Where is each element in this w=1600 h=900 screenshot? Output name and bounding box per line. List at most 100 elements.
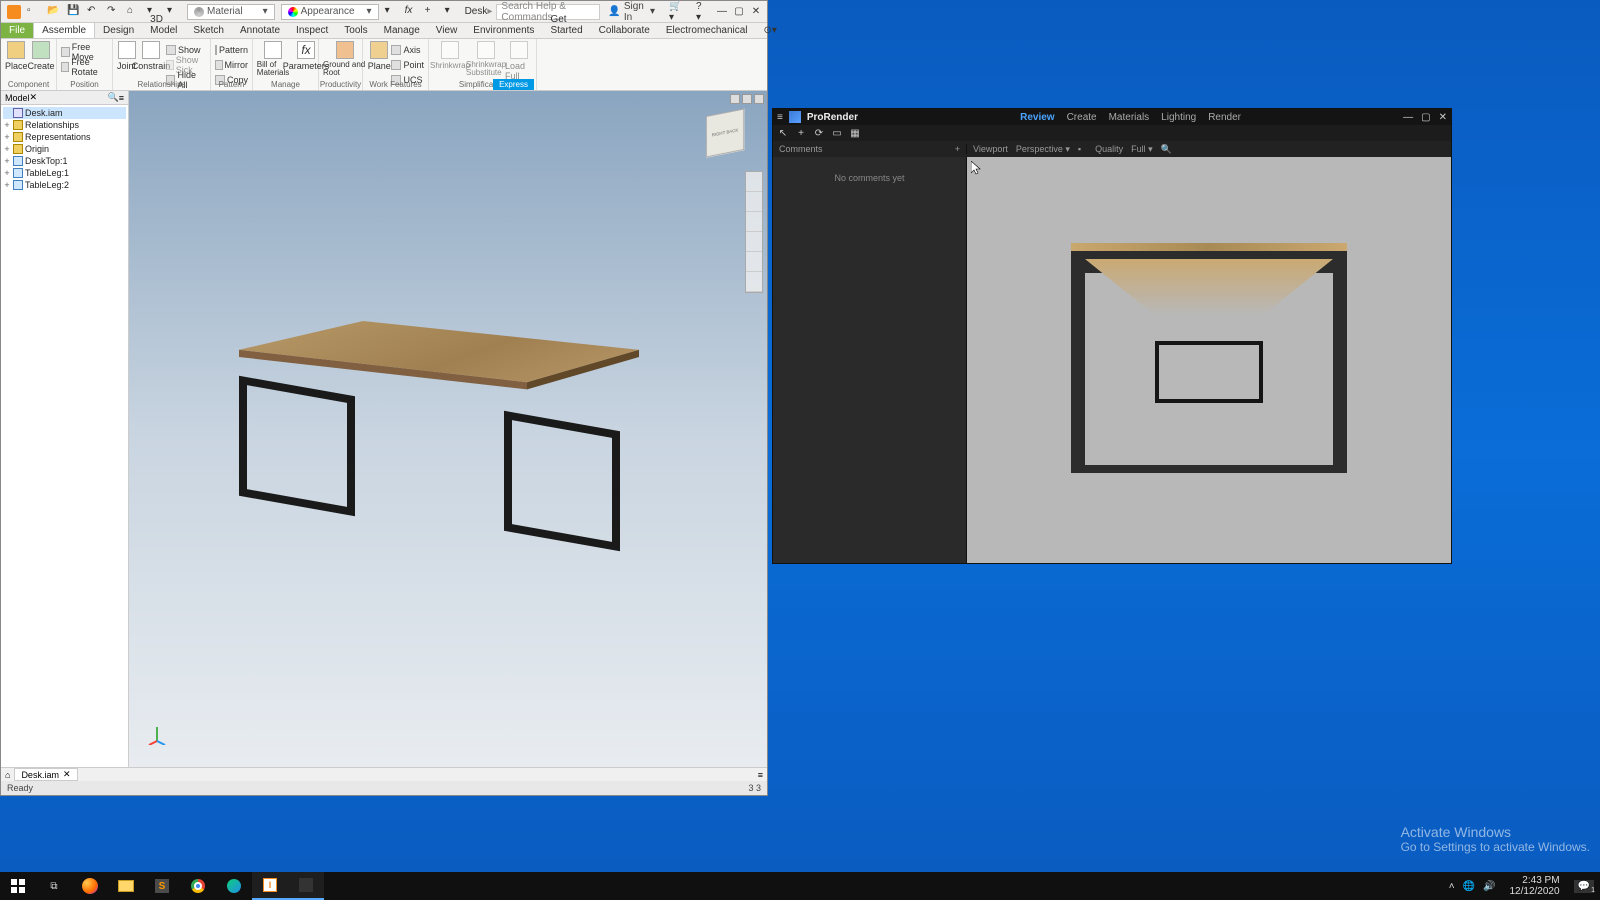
doc-home-icon[interactable]: ⌂ [5,770,10,780]
menu-lighting[interactable]: Lighting [1161,112,1196,123]
taskbar-prorender[interactable] [288,872,324,900]
tab-get-started[interactable]: Get Started [542,12,590,38]
bom-button[interactable]: Bill of Materials [257,41,289,77]
menu-render[interactable]: Render [1208,112,1241,123]
tree-relationships[interactable]: +Relationships [3,119,126,131]
redo-icon[interactable]: ↷ [107,5,121,19]
browser-menu-icon[interactable]: ≡ [119,93,124,103]
axis-button[interactable]: Axis [391,43,424,57]
pr-grid-icon[interactable]: ▦ [849,127,861,139]
prorender-viewport[interactable] [967,157,1451,563]
tab-electromechanical[interactable]: Electromechanical [658,23,756,38]
add-comment-icon[interactable]: + [955,144,960,154]
open-icon[interactable]: 📂 [47,5,61,19]
load-full-button[interactable]: Load Full [505,41,532,81]
tree-root[interactable]: Desk.iam [3,107,126,119]
tree-leg1[interactable]: +TableLeg:1 [3,167,126,179]
help-icon[interactable]: ?▾ [690,1,711,23]
doc-tab-desk[interactable]: Desk.iam✕ [14,768,77,781]
nav-orbit-icon[interactable] [746,232,762,252]
taskbar-chrome[interactable] [180,872,216,900]
close-button[interactable]: ✕ [749,5,763,19]
tab-extra-icon[interactable]: ⊙▾ [756,23,785,38]
show-sick-button[interactable]: Show Sick [166,58,206,72]
material-dropdown[interactable]: Material ▾ [187,4,275,20]
prorender-titlebar[interactable]: ≡ ProRender Review Create Materials Ligh… [773,109,1451,125]
shrinkwrap-button[interactable]: Shrinkwrap [433,41,467,81]
tab-sketch[interactable]: Sketch [185,23,232,38]
minimize-button[interactable]: — [715,5,729,19]
maximize-button[interactable]: ▢ [732,5,746,19]
sign-in-button[interactable]: 👤 Sign In ▾ [600,1,663,23]
pr-minimize-button[interactable]: — [1403,112,1413,123]
mirror-button[interactable]: Mirror [215,58,248,72]
prorender-sysmenu-icon[interactable]: ≡ [777,112,783,123]
nav-pan-icon[interactable] [746,192,762,212]
fx-icon[interactable]: fx [405,5,419,19]
qat-overflow-icon[interactable]: ▾ [445,5,459,19]
viewcube[interactable]: RIGHT BACK [706,109,744,158]
pr-cursor-tool-icon[interactable]: ↖ [777,127,789,139]
undo-icon[interactable]: ↶ [87,5,101,19]
taskview-button[interactable]: ⧉ [36,872,72,900]
doc-tabs-menu-icon[interactable]: ≡ [758,770,763,780]
tree-origin[interactable]: +Origin [3,143,126,155]
menu-create[interactable]: Create [1067,112,1097,123]
taskbar-sublime[interactable]: S [144,872,180,900]
tab-view[interactable]: View [428,23,466,38]
tree-desktop[interactable]: +DeskTop:1 [3,155,126,167]
measure-icon[interactable]: ▾ [385,5,399,19]
pr-rect-icon[interactable]: ▭ [831,127,843,139]
pr-add-icon[interactable]: + [795,127,807,139]
tab-design[interactable]: Design [95,23,142,38]
tree-leg2[interactable]: +TableLeg:2 [3,179,126,191]
pr-maximize-button[interactable]: ▢ [1421,112,1430,123]
vp-minimize-icon[interactable] [730,94,740,104]
doc-tab-close-icon[interactable]: ✕ [63,769,71,780]
tray-volume-icon[interactable]: 🔊 [1483,881,1495,892]
pr-search-icon[interactable]: 🔍 [1161,144,1172,155]
quality-dropdown[interactable]: Full ▾ [1131,144,1153,155]
browser-search-icon[interactable]: 🔍 [108,92,119,103]
tray-network-icon[interactable]: 🌐 [1463,881,1475,892]
menu-review[interactable]: Review [1020,112,1054,123]
pr-tool-icon[interactable]: ▪ [1078,144,1081,154]
plus-icon[interactable]: + [425,5,439,19]
taskbar-firefox[interactable] [72,872,108,900]
menu-materials[interactable]: Materials [1109,112,1150,123]
browser-tab-close-icon[interactable]: ✕ [30,92,38,103]
tray-overflow-icon[interactable]: ˄ [1449,881,1455,892]
tab-assemble[interactable]: Assemble [33,22,95,38]
nav-lookat-icon[interactable] [746,252,762,272]
point-button[interactable]: Point [391,58,424,72]
tree-representations[interactable]: +Representations [3,131,126,143]
tab-collaborate[interactable]: Collaborate [591,23,658,38]
save-icon[interactable]: 💾 [67,5,81,19]
nav-zoom-icon[interactable] [746,212,762,232]
tab-manage[interactable]: Manage [376,23,428,38]
taskbar-explorer[interactable] [108,872,144,900]
nav-home-icon[interactable] [746,172,762,192]
tab-environments[interactable]: Environments [465,23,542,38]
tab-3d-model[interactable]: 3D Model [142,12,185,38]
nav-fullnav-icon[interactable] [746,272,762,292]
pr-refresh-icon[interactable]: ⟳ [813,127,825,139]
taskbar-clock[interactable]: 2:43 PM 12/12/2020 [1503,875,1565,897]
appearance-dropdown[interactable]: Appearance ▾ [281,4,379,20]
new-icon[interactable]: ▫ [27,5,41,19]
tab-tools[interactable]: Tools [336,23,375,38]
tab-annotate[interactable]: Annotate [232,23,288,38]
shrinkwrap-sub-button[interactable]: Shrinkwrap Substitute [467,41,505,81]
pr-close-button[interactable]: ✕ [1439,112,1447,123]
tab-file[interactable]: File [1,23,33,38]
place-button[interactable]: Place [5,41,28,71]
cart-icon[interactable]: 🛒▾ [663,1,690,23]
inventor-viewport[interactable]: RIGHT BACK [129,91,767,767]
ground-button[interactable]: Ground and Root [323,41,367,77]
free-rotate-button[interactable]: Free Rotate [61,60,108,74]
perspective-dropdown[interactable]: Perspective ▾ [1016,144,1070,155]
browser-tab-label[interactable]: Model [5,93,30,103]
create-button[interactable]: Create [28,41,55,71]
vp-maximize-icon[interactable] [742,94,752,104]
taskbar-inventor[interactable]: I [252,872,288,900]
